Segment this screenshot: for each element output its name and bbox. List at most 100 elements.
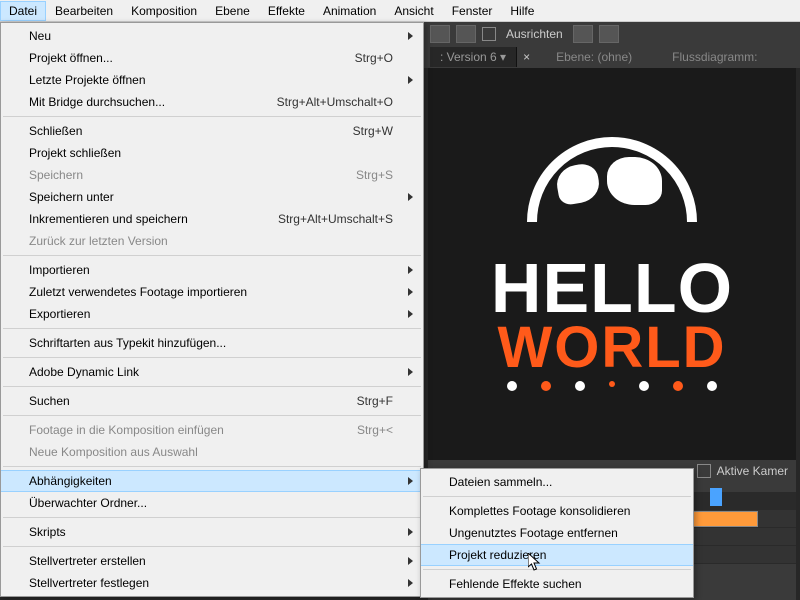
submenu-item-fehlende-effekte-suchen[interactable]: Fehlende Effekte suchen bbox=[421, 573, 693, 595]
active-camera-label: Aktive Kamer bbox=[717, 464, 788, 478]
menu-item-berwachter-ordner[interactable]: Überwachter Ordner... bbox=[1, 492, 423, 514]
menubar-item-fenster[interactable]: Fenster bbox=[443, 1, 502, 21]
menu-shortcut: Strg+O bbox=[355, 51, 393, 65]
menu-item-label: Mit Bridge durchsuchen... bbox=[29, 95, 165, 109]
menu-item-letzte-projekte-ffnen[interactable]: Letzte Projekte öffnen bbox=[1, 69, 423, 91]
menu-item-label: Adobe Dynamic Link bbox=[29, 365, 139, 379]
composition-viewer[interactable]: HELLO WORLD bbox=[428, 68, 796, 460]
menubar-item-ansicht[interactable]: Ansicht bbox=[385, 1, 442, 21]
align-label: Ausrichten bbox=[502, 27, 567, 41]
mask-tool-button[interactable] bbox=[430, 25, 450, 43]
submenu-item-dateien-sammeln[interactable]: Dateien sammeln... bbox=[421, 471, 693, 493]
menu-item-footage-in-die-komposition-einf-gen: Footage in die Komposition einfügen Strg+… bbox=[1, 419, 423, 441]
menubar-item-animation[interactable]: Animation bbox=[314, 1, 385, 21]
menu-item-suchen[interactable]: Suchen Strg+F bbox=[1, 390, 423, 412]
submenu-arrow-icon bbox=[408, 477, 413, 485]
menu-separator bbox=[3, 116, 421, 117]
menu-separator bbox=[3, 255, 421, 256]
submenu-arrow-icon bbox=[408, 528, 413, 536]
menu-item-schlie-en[interactable]: SchließenStrg+W bbox=[1, 120, 423, 142]
menubar-item-effekte[interactable]: Effekte bbox=[259, 1, 314, 21]
menu-item-inkrementieren-und-speichern[interactable]: Inkrementieren und speichern Strg+Alt+Ums… bbox=[1, 208, 423, 230]
menu-item-label: Speichern bbox=[29, 168, 83, 182]
submenu-arrow-icon bbox=[408, 32, 413, 40]
menu-item-mit-bridge-durchsuchen[interactable]: Mit Bridge durchsuchen...Strg+Alt+Umscha… bbox=[1, 91, 423, 113]
composition-tab[interactable]: : Version 6 ▾ bbox=[430, 47, 517, 67]
menu-item-label: Importieren bbox=[29, 263, 90, 277]
menu-separator bbox=[3, 386, 421, 387]
menu-item-skripts[interactable]: Skripts bbox=[1, 521, 423, 543]
menu-item-label: Letzte Projekte öffnen bbox=[29, 73, 146, 87]
menubar-item-datei[interactable]: Datei bbox=[0, 1, 46, 21]
menu-item-neu[interactable]: Neu bbox=[1, 25, 423, 47]
menu-shortcut: Strg+S bbox=[356, 168, 393, 182]
menu-item-label: Zurück zur letzten Version bbox=[29, 234, 168, 248]
shape-tool-button[interactable] bbox=[456, 25, 476, 43]
menu-item-zur-ck-zur-letzten-version: Zurück zur letzten Version bbox=[1, 230, 423, 252]
snap-button[interactable] bbox=[573, 25, 593, 43]
grid-checkbox[interactable] bbox=[697, 464, 711, 478]
menu-item-projekt-ffnen[interactable]: Projekt öffnen...Strg+O bbox=[1, 47, 423, 69]
submenu-arrow-icon bbox=[408, 368, 413, 376]
menu-item-speichern-unter[interactable]: Speichern unter bbox=[1, 186, 423, 208]
menu-item-projekt-schlie-en[interactable]: Projekt schließen bbox=[1, 142, 423, 164]
submenu-item-label: Ungenutztes Footage entfernen bbox=[449, 526, 618, 540]
menu-item-label: Inkrementieren und speichern bbox=[29, 212, 188, 226]
align-checkbox[interactable] bbox=[482, 27, 496, 41]
menu-shortcut: Strg+W bbox=[353, 124, 393, 138]
menu-shortcut: Strg+Alt+Umschalt+S bbox=[278, 212, 393, 226]
menu-item-label: Stellvertreter festlegen bbox=[29, 576, 149, 590]
menu-shortcut: Strg+F bbox=[357, 394, 393, 408]
menu-item-schriftarten-aus-typekit-hinzuf-gen[interactable]: Schriftarten aus Typekit hinzufügen... bbox=[1, 332, 423, 354]
hello-world-graphic: HELLO WORLD bbox=[452, 104, 772, 424]
menu-item-importieren[interactable]: Importieren bbox=[1, 259, 423, 281]
submenu-item-label: Komplettes Footage konsolidieren bbox=[449, 504, 630, 518]
submenu-arrow-icon bbox=[408, 310, 413, 318]
menu-item-abh-ngigkeiten[interactable]: Abhängigkeiten bbox=[1, 470, 423, 492]
menu-item-adobe-dynamic-link[interactable]: Adobe Dynamic Link bbox=[1, 361, 423, 383]
menu-item-stellvertreter-festlegen[interactable]: Stellvertreter festlegen bbox=[1, 572, 423, 594]
menu-separator bbox=[3, 415, 421, 416]
menubar-item-ebene[interactable]: Ebene bbox=[206, 1, 259, 21]
menu-item-label: Neu bbox=[29, 29, 51, 43]
menu-item-label: Stellvertreter erstellen bbox=[29, 554, 146, 568]
menu-item-label: Speichern unter bbox=[29, 190, 114, 204]
file-menu-dropdown: Neu Projekt öffnen...Strg+O Letzte Projekt… bbox=[0, 22, 424, 597]
submenu-arrow-icon bbox=[408, 557, 413, 565]
submenu-arrow-icon bbox=[408, 266, 413, 274]
world-text: WORLD bbox=[497, 320, 726, 375]
submenu-arrow-icon bbox=[408, 579, 413, 587]
menu-item-stellvertreter-erstellen[interactable]: Stellvertreter erstellen bbox=[1, 550, 423, 572]
close-tab-icon[interactable]: × bbox=[517, 50, 536, 64]
menu-item-label: Exportieren bbox=[29, 307, 90, 321]
menubar-item-komposition[interactable]: Komposition bbox=[122, 1, 206, 21]
dropdown-arrow-icon[interactable]: ▾ bbox=[500, 50, 506, 64]
menu-item-label: Zuletzt verwendetes Footage importieren bbox=[29, 285, 247, 299]
menu-item-label: Skripts bbox=[29, 525, 66, 539]
menu-shortcut: Strg+< bbox=[357, 423, 393, 437]
playhead[interactable] bbox=[710, 488, 722, 506]
submenu-arrow-icon bbox=[408, 193, 413, 201]
menubar-item-bearbeiten[interactable]: Bearbeiten bbox=[46, 1, 122, 21]
menu-separator bbox=[3, 546, 421, 547]
menu-item-label: Abhängigkeiten bbox=[29, 474, 112, 488]
menu-item-speichern: Speichern Strg+S bbox=[1, 164, 423, 186]
submenu-item-projekt-reduzieren[interactable]: Projekt reduzieren bbox=[421, 544, 693, 566]
submenu-item-ungenutztes-footage-entfernen[interactable]: Ungenutztes Footage entfernen bbox=[421, 522, 693, 544]
submenu-item-label: Projekt reduzieren bbox=[449, 548, 546, 562]
search-button[interactable] bbox=[599, 25, 619, 43]
menu-item-exportieren[interactable]: Exportieren bbox=[1, 303, 423, 325]
menubar-item-hilfe[interactable]: Hilfe bbox=[501, 1, 543, 21]
layer-indicator: Ebene: (ohne) bbox=[536, 47, 652, 67]
submenu-item-komplettes-footage-konsolidieren[interactable]: Komplettes Footage konsolidieren bbox=[421, 500, 693, 522]
menu-separator bbox=[3, 466, 421, 467]
menu-separator bbox=[3, 357, 421, 358]
menu-item-neue-komposition-aus-auswahl: Neue Komposition aus Auswahl bbox=[1, 441, 423, 463]
submenu-arrow-icon bbox=[408, 288, 413, 296]
dependencies-submenu: Dateien sammeln... Komplettes Footage kon… bbox=[420, 468, 694, 598]
menu-item-label: Schriftarten aus Typekit hinzufügen... bbox=[29, 336, 226, 350]
menu-item-zuletzt-verwendetes-footage-importieren[interactable]: Zuletzt verwendetes Footage importieren bbox=[1, 281, 423, 303]
menu-item-label: Footage in die Komposition einfügen bbox=[29, 423, 224, 437]
submenu-item-label: Fehlende Effekte suchen bbox=[449, 577, 582, 591]
menu-item-label: Suchen bbox=[29, 394, 70, 408]
